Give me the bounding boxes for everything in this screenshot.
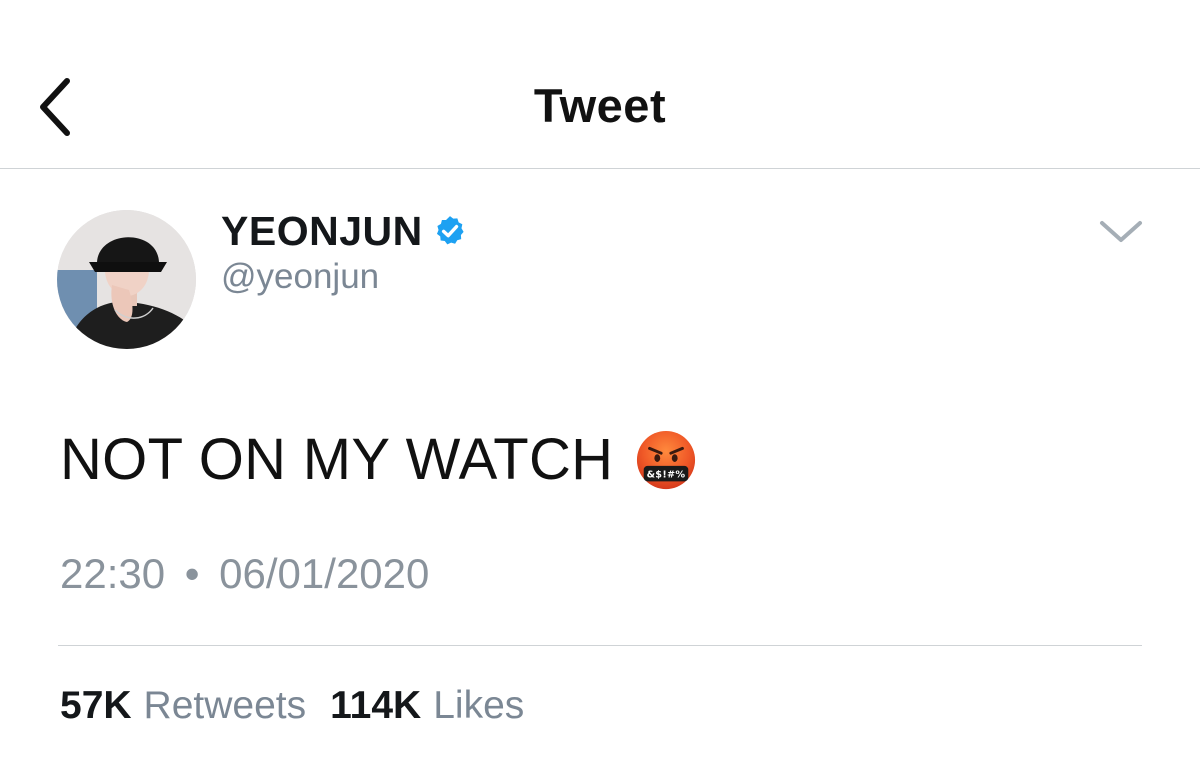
meta-separator: • [184, 550, 200, 597]
tweet-timestamp: 22:30 • 06/01/2020 [60, 550, 429, 598]
display-name[interactable]: YEONJUN [221, 208, 423, 255]
page-title: Tweet [533, 79, 667, 132]
retweets-count: 57K [60, 684, 132, 727]
likes-stat[interactable]: 114K Likes [330, 684, 524, 728]
tweet-options-button[interactable] [1096, 212, 1146, 252]
likes-count: 114K [330, 684, 422, 727]
tweet-detail-page: Tweet YEONJUN @yeonjun NOT ON MY WATCH &… [0, 0, 1200, 783]
tweet-time: 22:30 [60, 550, 166, 597]
avatar[interactable] [57, 210, 196, 349]
author-handle[interactable]: @yeonjun [221, 257, 379, 297]
divider [58, 645, 1142, 646]
likes-label: Likes [433, 684, 525, 727]
verified-badge-icon [436, 216, 464, 245]
retweets-label: Retweets [143, 684, 307, 727]
tweet-stats: 57K Retweets 114K Likes [60, 684, 548, 728]
retweets-stat[interactable]: 57K Retweets [60, 684, 306, 728]
tweet-date: 06/01/2020 [219, 550, 430, 597]
tweet-body: NOT ON MY WATCH &$!#% [60, 426, 697, 493]
emoji-symbols: &$!#% [647, 469, 686, 480]
author-name-row[interactable]: YEONJUN [221, 207, 467, 255]
chevron-down-icon [1100, 221, 1142, 242]
profile-photo [57, 210, 196, 349]
face-with-symbols-on-mouth-icon: &$!#% [637, 430, 696, 489]
tweet-text: NOT ON MY WATCH [60, 427, 614, 492]
top-bar: Tweet [0, 0, 1200, 169]
